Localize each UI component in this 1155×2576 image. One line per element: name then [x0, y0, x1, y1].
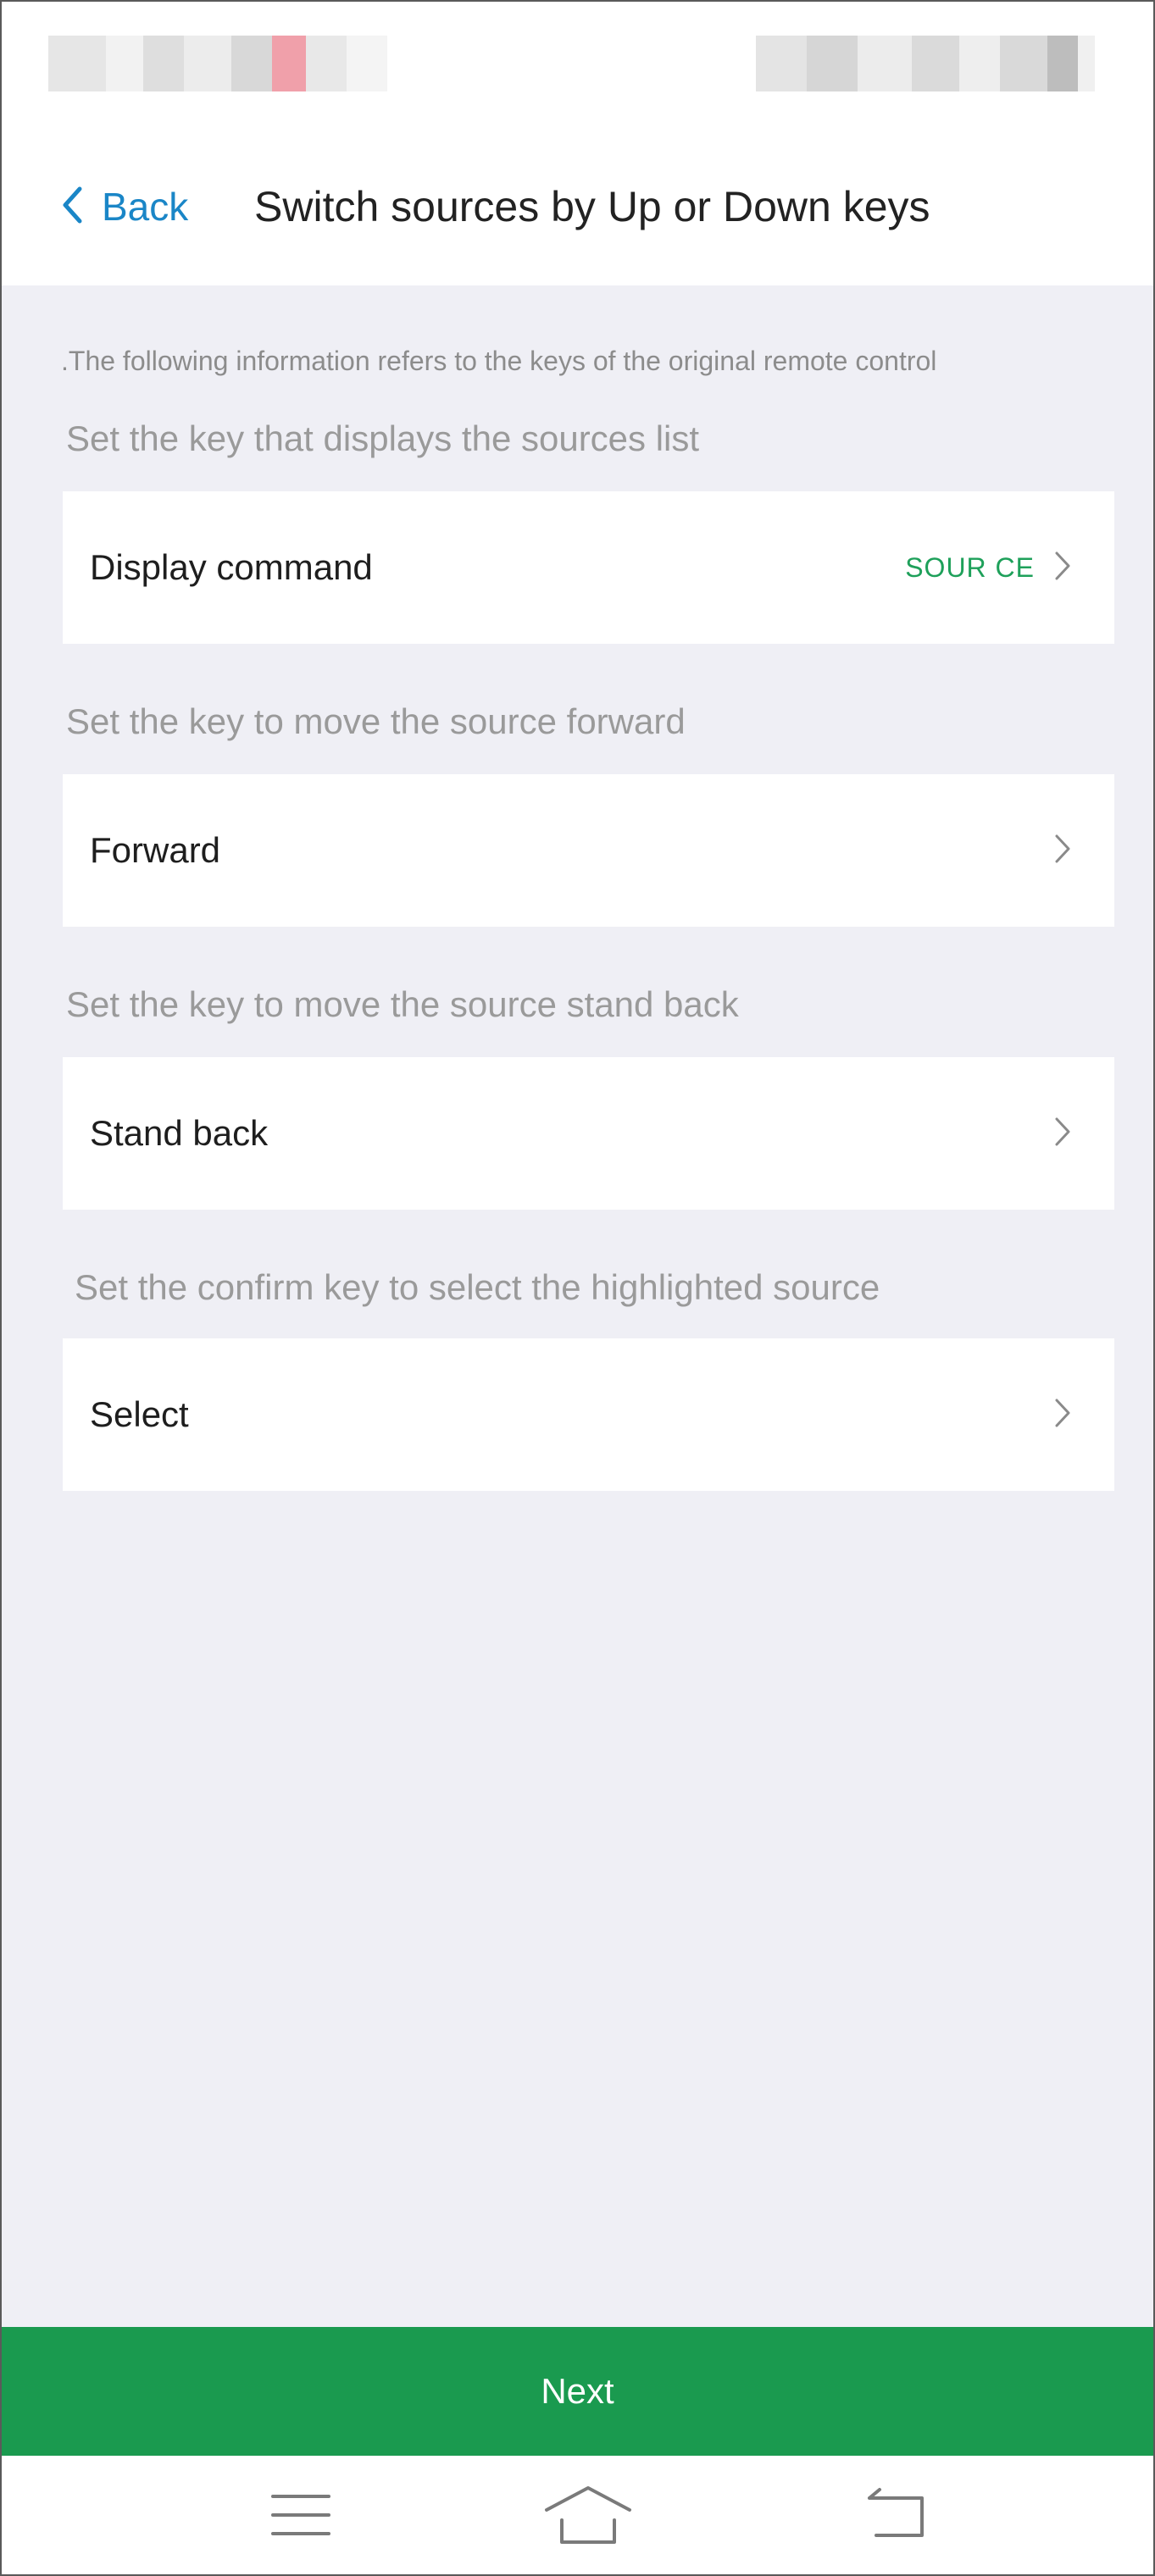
status-bar-left-blurred [48, 36, 387, 91]
return-icon[interactable] [858, 2481, 934, 2549]
display-command-row[interactable]: Display command SOUR CE [63, 491, 1114, 644]
row-label: Select [90, 1394, 189, 1434]
status-bar [2, 2, 1153, 129]
chevron-right-icon [1053, 550, 1072, 586]
section-label-select: Set the confirm key to select the highli… [75, 1267, 880, 1307]
page-title: Switch sources by Up or Down keys [254, 183, 930, 230]
chevron-right-icon [1053, 1397, 1072, 1433]
row-right: SOUR CE [905, 550, 1072, 586]
info-note: .The following information refers to the… [61, 346, 937, 376]
section-label-stand-back: Set the key to move the source stand bac… [66, 984, 739, 1024]
chevron-left-icon [61, 186, 83, 229]
row-right [1035, 1116, 1072, 1152]
section-label-display: Set the key that displays the sources li… [66, 418, 700, 458]
app-screen: Back Switch sources by Up or Down keys .… [0, 0, 1155, 2576]
chevron-right-icon [1053, 1116, 1072, 1152]
row-label: Forward [90, 830, 221, 870]
next-button[interactable]: Next [2, 2327, 1153, 2456]
back-button[interactable]: Back [61, 173, 188, 241]
chevron-right-icon [1053, 833, 1072, 869]
home-icon[interactable] [541, 2481, 635, 2549]
forward-row[interactable]: Forward [63, 774, 1114, 927]
status-bar-right-blurred [756, 36, 1095, 91]
back-label: Back [102, 185, 189, 229]
row-value: SOUR CE [905, 551, 1035, 583]
menu-icon[interactable] [263, 2481, 339, 2549]
select-row[interactable]: Select [63, 1338, 1114, 1491]
section-label-forward: Set the key to move the source forward [66, 701, 686, 741]
row-label: Display command [90, 547, 373, 587]
header: Back Switch sources by Up or Down keys [2, 129, 1153, 285]
stand-back-row[interactable]: Stand back [63, 1057, 1114, 1210]
row-right [1035, 833, 1072, 869]
row-label: Stand back [90, 1113, 269, 1153]
row-right [1035, 1397, 1072, 1433]
system-nav-bar [2, 2456, 1153, 2574]
